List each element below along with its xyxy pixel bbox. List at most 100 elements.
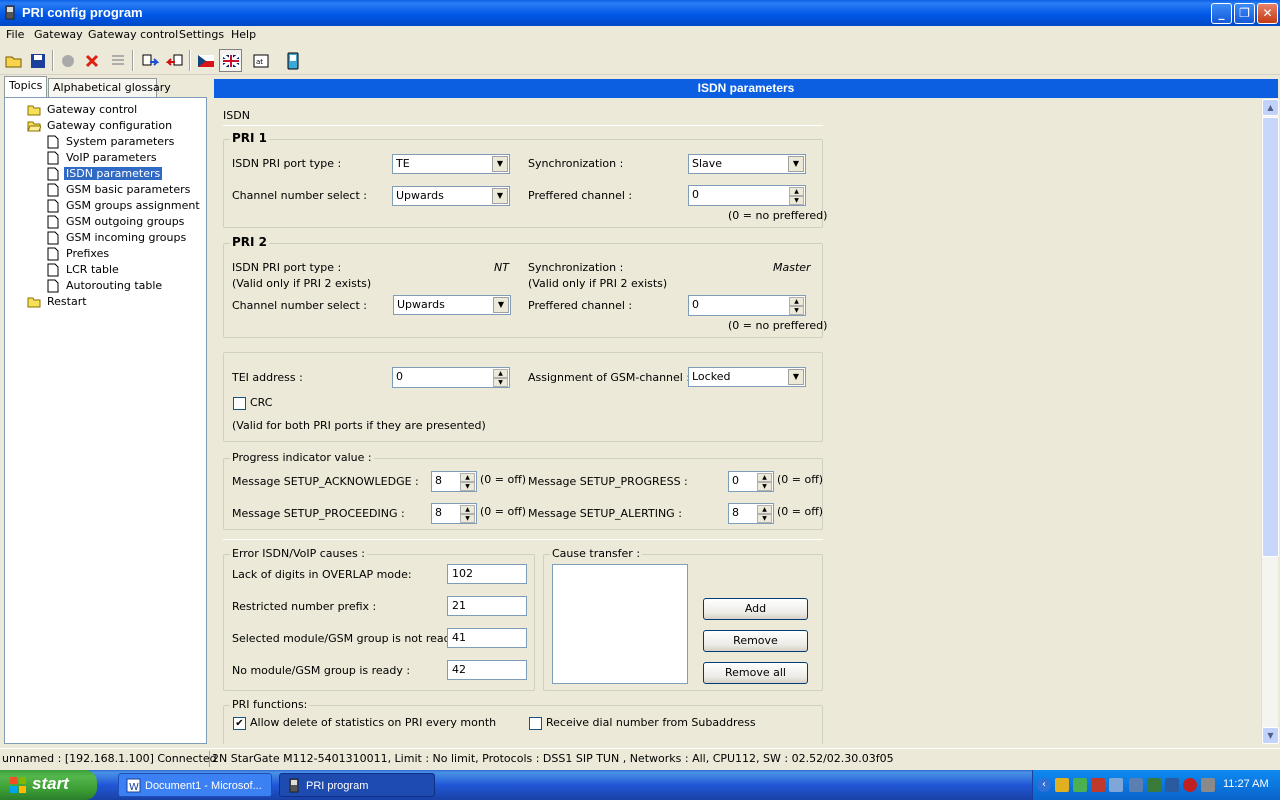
pri2-pref-note: (0 = no preffered): [728, 319, 828, 332]
no-group-ready-input[interactable]: 42: [447, 660, 527, 680]
security-shield-icon[interactable]: [1055, 778, 1069, 792]
vertical-scrollbar[interactable]: ▲ ▼: [1261, 99, 1279, 744]
spin-down-icon[interactable]: ▼: [757, 514, 772, 523]
network-icon[interactable]: [1073, 778, 1087, 792]
document-icon: [47, 135, 59, 149]
display-icon[interactable]: [1165, 778, 1179, 792]
setup-alerting-spinner[interactable]: 8 ▲ ▼: [728, 503, 774, 524]
allow-delete-statistics-checkbox[interactable]: ✔: [233, 717, 246, 730]
spin-up-icon[interactable]: ▲: [789, 297, 804, 306]
network-disconnected-icon[interactable]: [1091, 778, 1105, 792]
pri2-sync-note: (Valid only if PRI 2 exists): [528, 277, 668, 290]
gateway-button[interactable]: [281, 49, 304, 72]
pri1-port-type-select[interactable]: TE ▼: [392, 154, 510, 174]
battery-icon[interactable]: [1201, 778, 1215, 792]
crc-label: CRC: [250, 396, 273, 409]
pri2-port-type-label: ISDN PRI port type :: [232, 261, 342, 274]
menu-gateway[interactable]: Gateway: [34, 28, 83, 41]
toolbar: at: [0, 46, 1280, 75]
spin-up-icon[interactable]: ▲: [493, 369, 508, 378]
czech-language-button[interactable]: [194, 49, 217, 72]
group-not-ready-label: Selected module/GSM group is not ready :: [232, 632, 465, 645]
cause-transfer-list[interactable]: [552, 564, 688, 684]
device-info: 2N StarGate M112-5401310011, Limit : No …: [209, 751, 1280, 767]
spin-down-icon[interactable]: ▼: [493, 378, 508, 387]
menu-file[interactable]: File: [6, 28, 24, 41]
download-button[interactable]: [163, 49, 186, 72]
spin-down-icon[interactable]: ▼: [789, 306, 804, 315]
document-icon: [47, 183, 59, 197]
save-button[interactable]: [26, 49, 49, 72]
scroll-down-icon[interactable]: ▼: [1262, 727, 1279, 744]
overlap-digits-input[interactable]: 102: [447, 564, 527, 584]
spin-up-icon[interactable]: ▲: [460, 505, 475, 514]
pri2-pref-spinner[interactable]: 0 ▲ ▼: [688, 295, 806, 316]
title-bar: PRI config program _ ❐ ✕: [0, 0, 1280, 26]
stop-button[interactable]: [56, 49, 79, 72]
spin-down-icon[interactable]: ▼: [757, 482, 772, 491]
window-title: PRI config program: [22, 5, 143, 20]
chevron-left-icon[interactable]: ‹: [1037, 778, 1051, 792]
at-command-button[interactable]: at: [249, 49, 272, 72]
spin-up-icon[interactable]: ▲: [757, 473, 772, 482]
crc-checkbox[interactable]: [233, 397, 246, 410]
add-button[interactable]: Add: [703, 598, 808, 620]
restricted-prefix-input[interactable]: 21: [447, 596, 527, 616]
setup-proceeding-spinner[interactable]: 8 ▲ ▼: [431, 503, 477, 524]
setup-acknowledge-spinner[interactable]: 8 ▲ ▼: [431, 471, 477, 492]
spin-down-icon[interactable]: ▼: [789, 196, 804, 205]
spin-down-icon[interactable]: ▼: [460, 514, 475, 523]
gsm-channel-assignment-select[interactable]: Locked ▼: [688, 367, 806, 387]
list-button[interactable]: [106, 49, 129, 72]
menu-help[interactable]: Help: [231, 28, 256, 41]
pri1-channel-label: Channel number select :: [232, 189, 367, 202]
pri2-pref-label: Preffered channel :: [528, 299, 633, 312]
document-icon: [47, 199, 59, 213]
remove-button[interactable]: Remove: [703, 630, 808, 652]
pane-splitter[interactable]: [208, 78, 213, 746]
delete-button[interactable]: [80, 49, 103, 72]
spin-up-icon[interactable]: ▲: [460, 473, 475, 482]
pri1-sync-select[interactable]: Slave ▼: [688, 154, 806, 174]
english-language-button[interactable]: [219, 49, 242, 72]
start-button[interactable]: start: [0, 770, 97, 800]
open-button[interactable]: [2, 49, 25, 72]
taskbar: start W Document1 - Microsof... PRI prog…: [0, 770, 1280, 800]
upload-button[interactable]: [138, 49, 161, 72]
maximize-button[interactable]: ❐: [1234, 3, 1255, 24]
pri1-channel-select[interactable]: Upwards ▼: [392, 186, 510, 206]
setup-progress-spinner[interactable]: 0 ▲ ▼: [728, 471, 774, 492]
isdn-parameters-form: ISDN PRI 1 ISDN PRI port type : TE ▼ Sync…: [214, 99, 1260, 744]
tei-address-spinner[interactable]: 0 ▲ ▼: [392, 367, 510, 388]
minimize-button[interactable]: _: [1211, 3, 1232, 24]
task-pri-program[interactable]: PRI program: [279, 773, 435, 797]
menu-settings[interactable]: Settings: [179, 28, 224, 41]
scroll-thumb[interactable]: [1262, 117, 1279, 557]
pri2-channel-select[interactable]: Upwards ▼: [393, 295, 511, 315]
pri2-port-type-value: NT: [494, 261, 509, 274]
group-not-ready-input[interactable]: 41: [447, 628, 527, 648]
spin-up-icon[interactable]: ▲: [789, 187, 804, 196]
antivirus-icon[interactable]: [1183, 778, 1197, 792]
speaker-icon[interactable]: [1109, 778, 1123, 792]
tab-topics[interactable]: Topics: [4, 76, 47, 97]
receive-dial-subaddress-checkbox[interactable]: [529, 717, 542, 730]
cause-transfer-title: Cause transfer :: [550, 547, 643, 560]
chevron-down-icon: ▼: [493, 297, 509, 313]
pri1-pref-spinner[interactable]: 0 ▲ ▼: [688, 185, 806, 206]
close-button[interactable]: ✕: [1257, 3, 1278, 24]
menu-gateway-control[interactable]: Gateway control: [88, 28, 178, 41]
tab-alphabetical-glossary[interactable]: Alphabetical glossary: [48, 78, 171, 97]
document-icon: [47, 167, 59, 181]
spin-up-icon[interactable]: ▲: [757, 505, 772, 514]
task-document1[interactable]: W Document1 - Microsof...: [118, 773, 272, 797]
scroll-up-icon[interactable]: ▲: [1262, 99, 1279, 116]
bluetooth-icon[interactable]: [1129, 778, 1143, 792]
remove-all-button[interactable]: Remove all: [703, 662, 808, 684]
document-icon: [47, 215, 59, 229]
wifi-icon[interactable]: [1147, 778, 1161, 792]
document-icon: [47, 263, 59, 277]
start-label: start: [32, 774, 69, 793]
spin-down-icon[interactable]: ▼: [460, 482, 475, 491]
pri2-group: PRI 2 ISDN PRI port type : (Valid only i…: [223, 235, 827, 338]
